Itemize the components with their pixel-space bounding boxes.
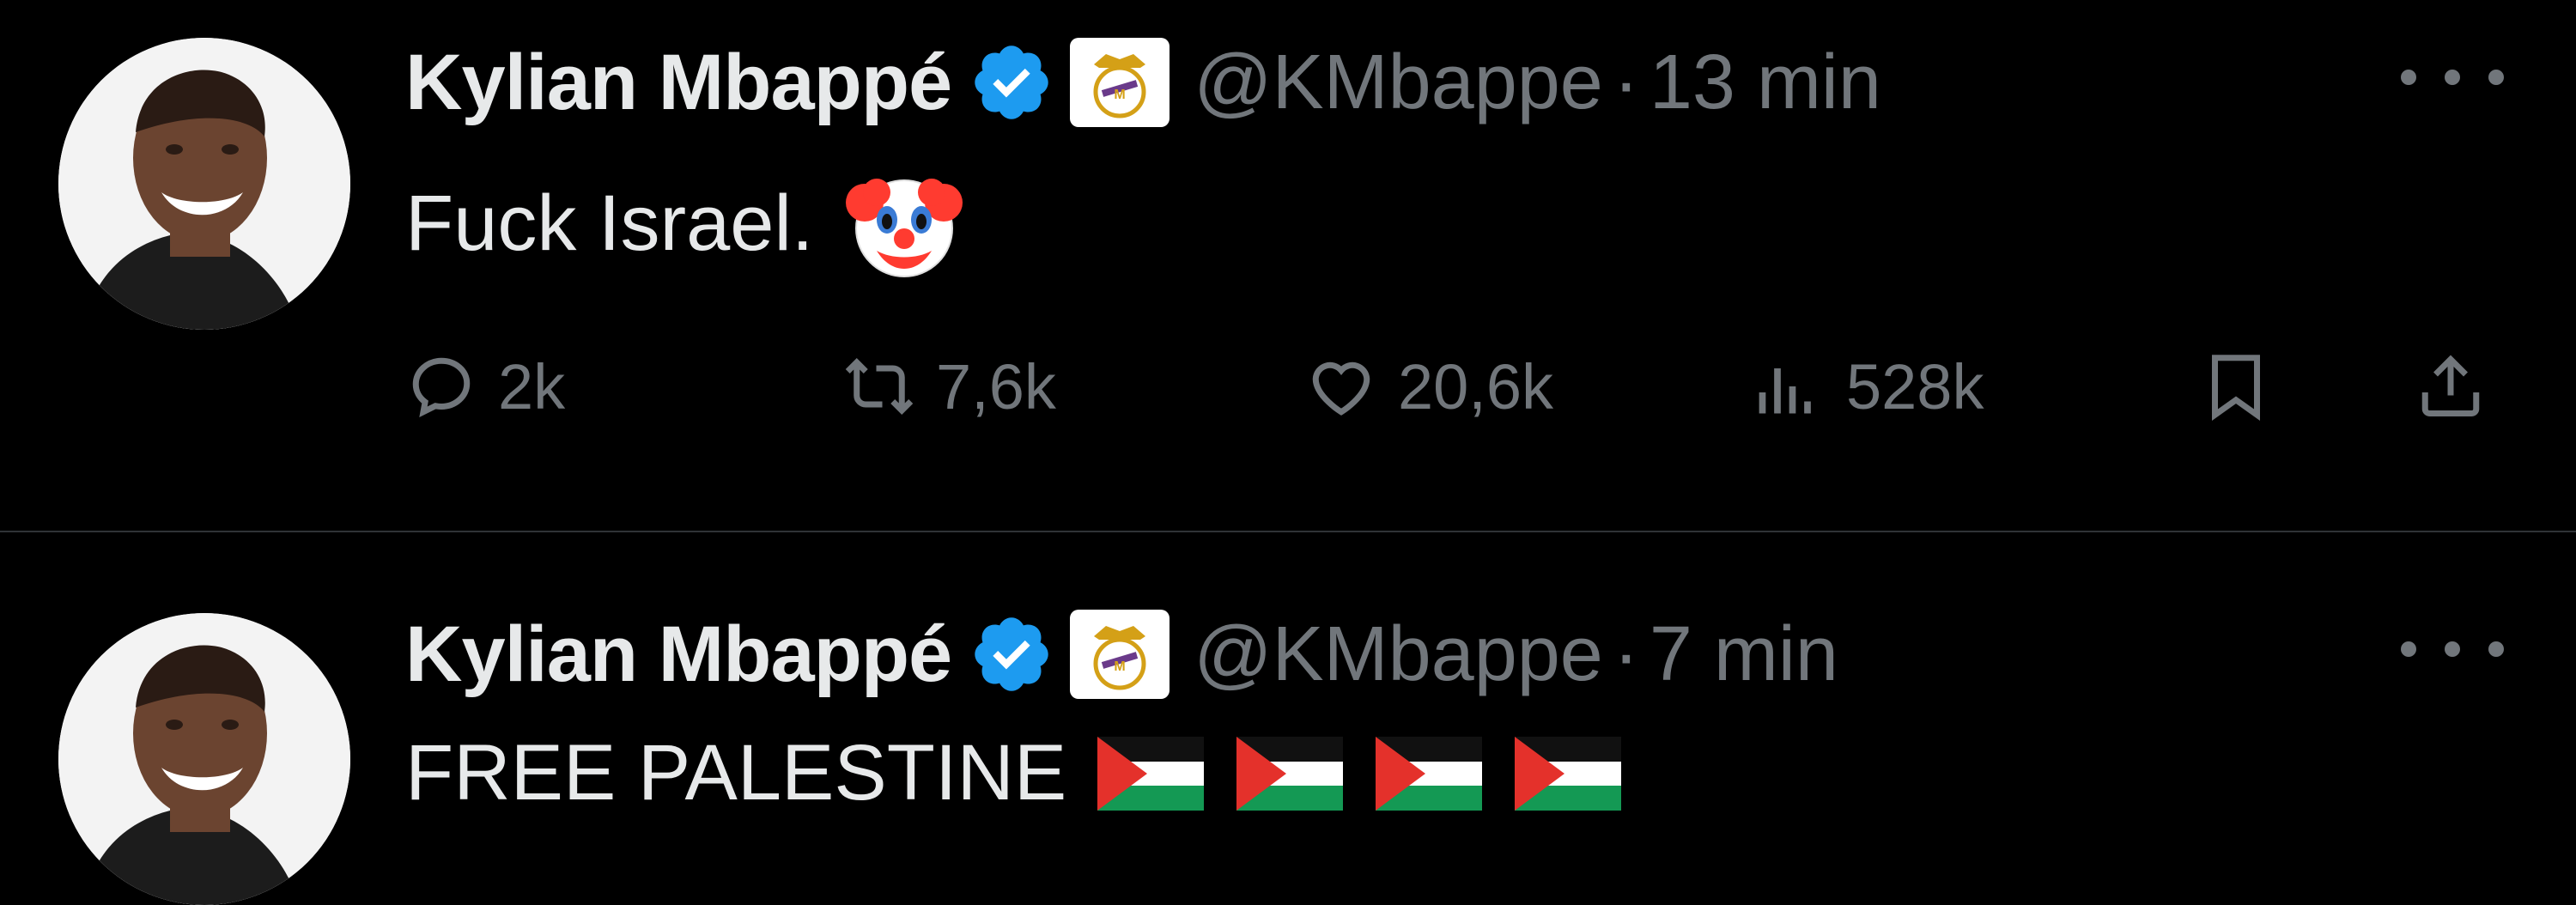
reply-icon <box>412 357 471 418</box>
share-button[interactable] <box>2415 335 2487 438</box>
tweet-header: Kylian Mbappé M @KMbappe · 13 min <box>405 31 1881 134</box>
reply-count: 2k <box>498 350 566 422</box>
author-handle[interactable]: @KMbappe <box>1194 610 1603 699</box>
palestine-flag-icon <box>1376 736 1483 811</box>
more-options-icon[interactable] <box>2401 52 2504 103</box>
avatar[interactable] <box>58 613 350 905</box>
timestamp[interactable]: 7 min <box>1649 610 1838 699</box>
like-button[interactable]: 20,6k <box>1305 335 1553 438</box>
repost-count: 7,6k <box>936 350 1056 422</box>
view-count: 528k <box>1846 350 1984 422</box>
verified-badge-icon[interactable] <box>969 39 1054 125</box>
tweet-actions: 2k 7,6k 20,6k 528k <box>405 335 2500 438</box>
separator-dot: · <box>1613 610 1639 697</box>
author-handle[interactable]: @KMbappe <box>1194 39 1603 127</box>
tweet-header: Kylian Mbappé M @KMbappe · 7 min <box>405 603 1838 706</box>
real-madrid-crest-icon[interactable]: M <box>1070 610 1170 699</box>
repost-button[interactable]: 7,6k <box>843 335 1056 438</box>
author-name[interactable]: Kylian Mbappé <box>405 610 952 700</box>
palestine-flag-icon <box>1236 736 1344 811</box>
views-button[interactable]: 528k <box>1753 335 1984 438</box>
tweet-text: FREE PALESTINE <box>405 728 1654 818</box>
bookmark-icon <box>2212 355 2260 422</box>
repost-icon <box>845 358 914 415</box>
avatar[interactable] <box>58 38 350 330</box>
real-madrid-crest-icon[interactable]: M <box>1070 38 1170 127</box>
tweet[interactable]: Kylian Mbappé M @KMbappe · 7 min FREE PA… <box>0 532 2576 905</box>
views-chart-icon <box>1759 368 1811 414</box>
more-options-icon[interactable] <box>2401 623 2504 675</box>
flag-emojis <box>1097 736 1654 811</box>
tweet-text: Fuck Israel. <box>405 163 964 283</box>
timestamp[interactable]: 13 min <box>1649 39 1881 127</box>
tweet-text-content: Fuck Israel. <box>405 179 814 267</box>
svg-text:M: M <box>1115 659 1126 674</box>
clown-face-icon <box>846 179 963 277</box>
avatar-image <box>58 613 350 905</box>
author-name[interactable]: Kylian Mbappé <box>405 38 952 128</box>
reply-button[interactable]: 2k <box>405 335 565 438</box>
avatar-image <box>58 38 350 330</box>
tweet[interactable]: Kylian Mbappé M @KMbappe · 13 min Fuck I… <box>0 0 2576 531</box>
tweet-text-content: FREE PALESTINE <box>405 729 1067 817</box>
separator-dot: · <box>1613 39 1639 125</box>
verified-badge-icon[interactable] <box>969 611 1054 697</box>
palestine-flag-icon <box>1097 736 1205 811</box>
crest-icon: M <box>1093 626 1146 690</box>
palestine-flag-icon <box>1515 736 1622 811</box>
bookmark-button[interactable] <box>2200 335 2272 438</box>
like-count: 20,6k <box>1398 350 1554 422</box>
crest-icon: M <box>1093 54 1146 118</box>
heart-icon <box>1312 361 1370 416</box>
share-icon <box>2421 355 2480 416</box>
svg-text:M: M <box>1115 88 1126 102</box>
